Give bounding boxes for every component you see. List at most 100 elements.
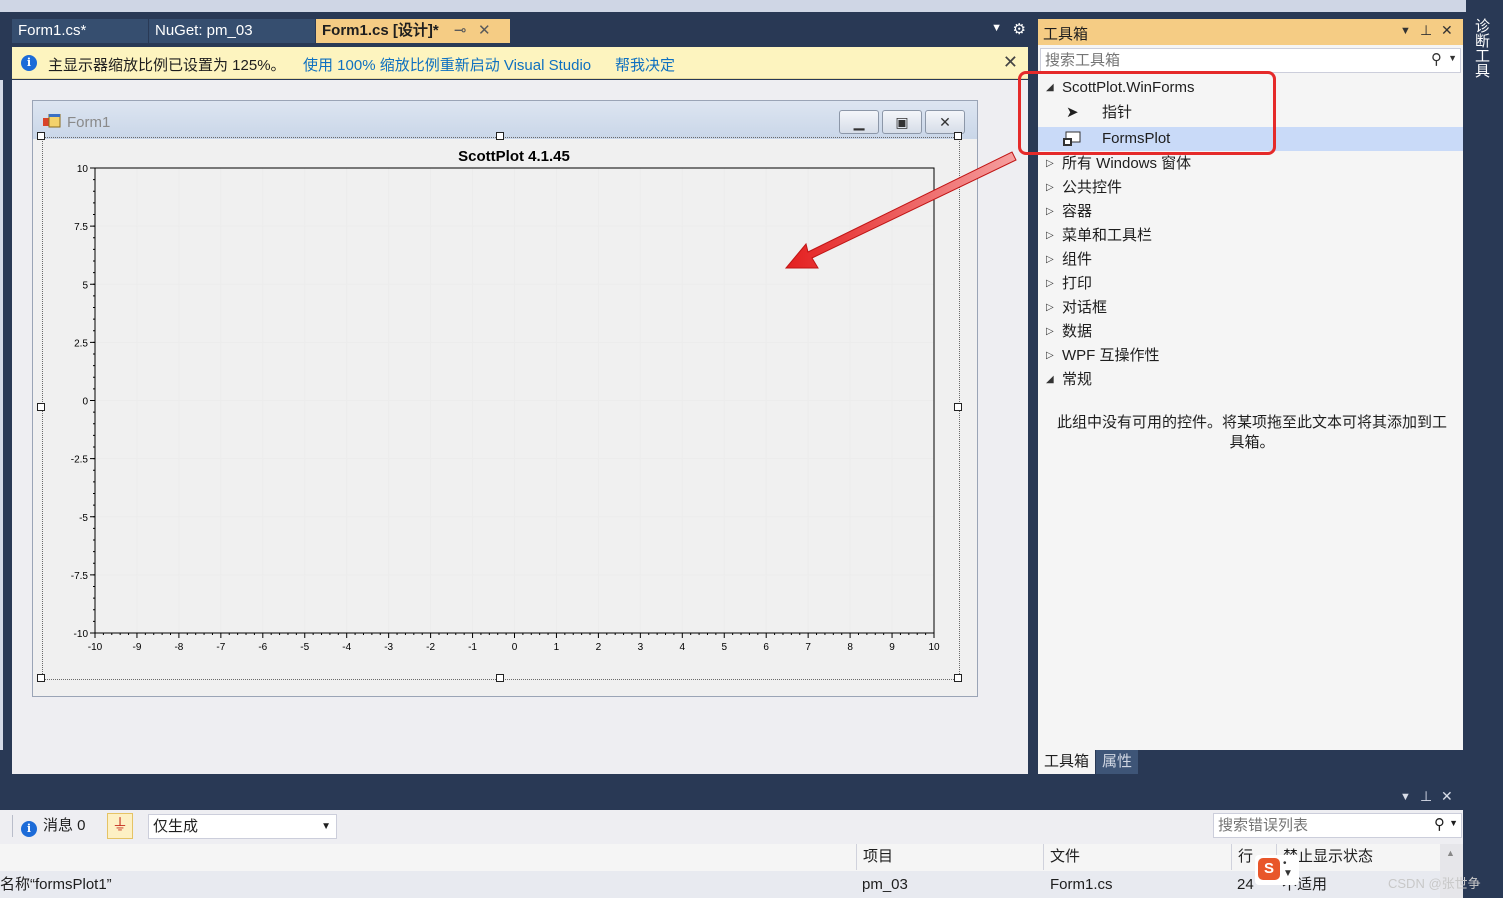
table-row[interactable]: [0, 871, 1440, 898]
more-icon: • ▼: [1283, 858, 1293, 879]
search-icon[interactable]: ⚲: [1434, 815, 1445, 833]
toolbox-group-all-windows-forms[interactable]: ▷ 所有 Windows 窗体: [1038, 152, 1463, 176]
error-list-search-input[interactable]: [1218, 817, 1418, 834]
toolbox-group-menus-toolbars[interactable]: ▷ 菜单和工具栏: [1038, 224, 1463, 248]
x-tick-label: 7: [805, 642, 811, 653]
row-project: pm_03: [862, 876, 908, 893]
toolbox-search[interactable]: ⚲ ▼: [1040, 48, 1461, 73]
build-filter-value: 仅生成: [153, 818, 199, 835]
maximize-button[interactable]: ▣: [882, 110, 922, 134]
resize-handle[interactable]: [954, 403, 962, 411]
y-tick-label: -5: [79, 513, 88, 524]
group-label: 对话框: [1062, 299, 1108, 316]
collapsed-triangle-icon: ▷: [1046, 350, 1054, 361]
close-icon[interactable]: ✕: [1003, 52, 1018, 73]
x-tick-label: -7: [216, 642, 225, 653]
filter-icon: ⏚: [111, 817, 128, 834]
diagnostic-tools-label: 诊断工具: [1473, 18, 1490, 78]
row-file: Form1.cs: [1050, 876, 1113, 893]
chevron-down-icon[interactable]: ▼: [1448, 53, 1457, 63]
column-header-project[interactable]: 项目: [856, 844, 1046, 870]
help-me-decide-link[interactable]: 帮我决定: [615, 54, 675, 75]
resize-handle[interactable]: [37, 674, 45, 682]
chart-title: ScottPlot 4.1.45: [458, 148, 570, 165]
close-button[interactable]: ✕: [925, 110, 965, 134]
y-tick-label: -2.5: [71, 455, 89, 466]
collapsed-triangle-icon: ▷: [1046, 158, 1054, 169]
toolbox-search-input[interactable]: [1045, 52, 1415, 69]
close-icon[interactable]: ✕: [1441, 788, 1453, 805]
toolbox-group-dialogs[interactable]: ▷ 对话框: [1038, 296, 1463, 320]
pin-icon[interactable]: ⊥: [1420, 22, 1432, 39]
collapsed-triangle-icon: ▷: [1046, 254, 1054, 265]
tab-nuget[interactable]: NuGet: pm_03: [149, 19, 315, 43]
collapsed-triangle-icon: ▷: [1046, 206, 1054, 217]
toolbox-group-data[interactable]: ▷ 数据: [1038, 320, 1463, 344]
tab-properties[interactable]: 属性: [1096, 750, 1139, 774]
minimize-button[interactable]: ▁: [839, 110, 879, 134]
x-tick-label: -6: [258, 642, 267, 653]
toolbox-group-printing[interactable]: ▷ 打印: [1038, 272, 1463, 296]
group-label: WPF 互操作性: [1062, 347, 1160, 364]
collapsed-triangle-icon: ▷: [1046, 278, 1054, 289]
info-bar: i 主显示器缩放比例已设置为 125%。 使用 100% 缩放比例重新启动 Vi…: [12, 47, 1028, 79]
x-tick-label: 2: [596, 642, 602, 653]
formsplot-chart[interactable]: ScottPlot 4.1.45 -10 -9 -8 -7 -6 -5 -4 -3 -2 -1 0 1…: [40, 136, 952, 666]
column-header-file[interactable]: 文件: [1043, 844, 1233, 870]
pin-icon[interactable]: ⊸: [454, 19, 467, 43]
build-filter-select[interactable]: 仅生成 ▼: [148, 814, 337, 839]
diagnostic-tools-strip[interactable]: 诊断工具: [1466, 0, 1503, 785]
toolbox-group-components[interactable]: ▷ 组件: [1038, 248, 1463, 272]
close-icon: ✕: [939, 114, 951, 130]
x-tick-label: -8: [174, 642, 183, 653]
scroll-up-icon[interactable]: ▲: [1446, 848, 1455, 858]
search-icon[interactable]: ⚲: [1431, 50, 1442, 68]
tab-form1-design[interactable]: Form1.cs [设计]* ⊸ ✕: [316, 19, 510, 43]
group-label: 所有 Windows 窗体: [1062, 155, 1192, 172]
error-list-search[interactable]: ⚲ ▼: [1213, 813, 1462, 838]
toolbox-bottom-tabs: 工具箱 属性: [1038, 750, 1463, 774]
toolbox-group-common-controls[interactable]: ▷ 公共控件: [1038, 176, 1463, 200]
window-position-icon[interactable]: ▼: [1400, 25, 1411, 37]
info-icon: i: [21, 821, 37, 837]
info-icon: i: [21, 55, 37, 71]
messages-label: 消息 0: [43, 817, 86, 834]
column-header-suppression[interactable]: 禁止显示状态: [1276, 844, 1436, 870]
resize-handle[interactable]: [954, 132, 962, 140]
tab-label: Form1.cs*: [18, 22, 87, 39]
y-axis: 10 7.5 5 2.5 0 -2.5 -5 -7.5 -10: [71, 164, 95, 640]
x-tick-label: 9: [889, 642, 895, 653]
error-list-header: ▼ ⊥ ✕: [0, 785, 1463, 809]
toolbox-group-wpf-interop[interactable]: ▷ WPF 互操作性: [1038, 344, 1463, 368]
info-message: 主显示器缩放比例已设置为 125%。: [48, 57, 286, 74]
resize-handle[interactable]: [496, 674, 504, 682]
close-icon[interactable]: ✕: [478, 19, 491, 43]
form-titlebar[interactable]: Form1 ▁ ▣ ✕: [33, 101, 977, 139]
messages-toggle[interactable]: i 消息 0: [12, 815, 86, 837]
window-position-icon[interactable]: ▼: [1400, 791, 1411, 803]
error-list-table: 项目 文件 行 禁止显示状态 名称“formsPlot1” pm_03 Form…: [0, 844, 1463, 898]
pin-icon[interactable]: ⊥: [1420, 788, 1432, 805]
x-tick-label: 10: [928, 642, 940, 653]
ime-badge[interactable]: S • ▼: [1255, 855, 1299, 885]
group-label: 打印: [1062, 275, 1093, 292]
close-icon[interactable]: ✕: [1441, 22, 1453, 39]
toolbox-group-containers[interactable]: ▷ 容器: [1038, 200, 1463, 224]
resize-handle[interactable]: [954, 674, 962, 682]
x-tick-label: 6: [763, 642, 769, 653]
highlight-box: [1018, 71, 1276, 155]
restart-100-percent-link[interactable]: 使用 100% 缩放比例重新启动 Visual Studio: [303, 54, 591, 75]
gear-icon[interactable]: ⚙: [1013, 20, 1026, 38]
maximize-icon: ▣: [895, 114, 909, 130]
chart-grid: [94, 167, 935, 634]
expanded-triangle-icon: ◢: [1046, 374, 1054, 385]
filter-button[interactable]: ⏚: [107, 813, 133, 839]
toolbox-group-general[interactable]: ◢ 常规: [1038, 368, 1463, 392]
tab-toolbox[interactable]: 工具箱: [1038, 750, 1096, 774]
x-tick-label: -10: [88, 642, 103, 653]
group-label: 组件: [1062, 251, 1093, 268]
x-tick-label: -4: [342, 642, 351, 653]
tab-dropdown-icon[interactable]: ▼: [991, 22, 1002, 34]
chevron-down-icon[interactable]: ▼: [1449, 818, 1458, 828]
tab-form1-code[interactable]: Form1.cs*: [12, 19, 148, 43]
